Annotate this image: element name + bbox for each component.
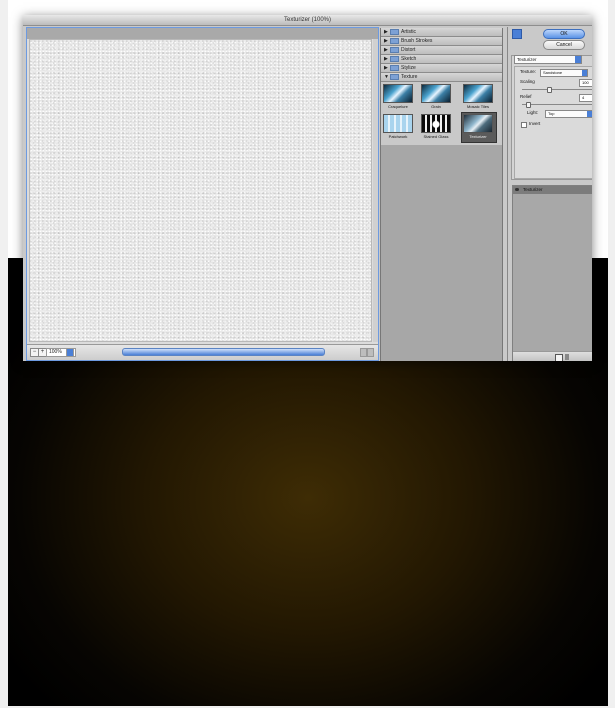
scroll-left-arrow-icon[interactable] [360, 348, 367, 357]
thumb-label: Stained Glass [423, 134, 449, 139]
preview-top-strip [27, 28, 378, 39]
thumb-label: Patchwork [388, 134, 408, 139]
thumb-label: Texturizer [469, 134, 487, 139]
folder-icon [390, 28, 399, 35]
preview-canvas[interactable] [29, 39, 372, 342]
filter-gallery-window: Texturizer (100%) − + 100% ▶ Artistic ▶ Br… [23, 15, 592, 361]
folder-icon [390, 73, 399, 80]
effect-layers-panel: Texturizer [512, 185, 592, 361]
vertical-scrollbar[interactable] [373, 39, 378, 342]
category-label: Sketch [401, 56, 417, 62]
scaling-slider-track[interactable] [522, 89, 592, 90]
category-label: Artistic [401, 29, 416, 35]
relief-slider-handle[interactable] [526, 102, 532, 108]
relief-label: Relief [520, 94, 532, 99]
grain-thumbnail [421, 84, 451, 103]
thumb-label: Grain [431, 104, 441, 109]
filter-thumb-texturizer[interactable]: Texturizer [463, 114, 493, 140]
category-brush-strokes[interactable]: ▶ Brush Strokes [381, 37, 502, 46]
cancel-button[interactable]: Cancel [543, 40, 585, 50]
layers-toolbar [513, 351, 592, 361]
preview-status-bar: − + 100% [27, 344, 378, 360]
scaling-label: Scaling [520, 79, 535, 84]
thumb-label: Mosaic Tiles [466, 104, 489, 109]
category-label: Distort [401, 47, 416, 53]
filter-options: Texture: Sandstone Scaling 100 % Relief … [514, 66, 592, 179]
folder-icon [390, 55, 399, 62]
collapse-gallery-icon[interactable] [512, 29, 522, 39]
category-label: Texture [401, 74, 418, 80]
folder-icon [390, 64, 399, 71]
texturizer-thumbnail [463, 114, 493, 133]
effect-layer-label: Texturizer [523, 187, 543, 192]
scaling-input[interactable]: 100 [579, 79, 592, 87]
filter-thumb-mosaic-tiles[interactable]: Mosaic Tiles [463, 84, 493, 110]
category-stylize[interactable]: ▶ Stylize [381, 64, 502, 73]
zoom-dropdown-arrow-icon[interactable] [66, 348, 74, 357]
filter-category-panel: ▶ Artistic ▶ Brush Strokes ▶ Distort ▶ Sketc… [380, 28, 503, 361]
horizontal-scrollbar[interactable] [122, 348, 325, 356]
scaling-slider-handle[interactable] [546, 87, 552, 93]
effect-layer-row[interactable]: Texturizer [513, 186, 592, 194]
filter-thumb-grain[interactable]: Grain [421, 84, 451, 110]
relief-input[interactable]: 4 [579, 94, 592, 102]
filter-settings-panel: OK Cancel Texturizer Texture: Sandstone … [507, 27, 592, 361]
window-title: Texturizer (100%) [23, 15, 592, 26]
category-sketch[interactable]: ▶ Sketch [381, 55, 502, 64]
ok-button[interactable]: OK [543, 29, 585, 39]
filter-thumb-stained-glass[interactable]: Stained Glass [421, 114, 451, 140]
light-select-value: Top [548, 111, 555, 116]
mosaic-tiles-thumbnail [463, 84, 493, 103]
filter-thumb-craquelure[interactable]: Craquelure [383, 84, 413, 110]
invert-checkbox[interactable] [521, 122, 527, 128]
eye-icon[interactable] [515, 188, 519, 191]
chevron-down-icon [587, 111, 592, 117]
folder-icon [390, 46, 399, 53]
craquelure-thumbnail [383, 84, 413, 103]
stained-glass-thumbnail [421, 114, 451, 133]
filter-select[interactable]: Texturizer [514, 55, 582, 64]
category-label: Brush Strokes [401, 38, 433, 44]
category-texture[interactable]: ▼ Texture [381, 73, 502, 82]
folder-icon [390, 37, 399, 44]
filter-select-value: Texturizer [517, 57, 537, 62]
light-select[interactable]: Top [545, 110, 592, 118]
texture-thumbnail-grid: Craquelure Grain Mosaic Tiles Patchwork … [381, 82, 502, 145]
chevron-down-icon [582, 70, 587, 76]
patchwork-thumbnail [383, 114, 413, 133]
texture-label: Texture: [520, 69, 537, 74]
thumb-label: Craquelure [388, 104, 408, 109]
preview-pane: − + 100% [26, 27, 379, 361]
texture-select-value: Sandstone [543, 70, 563, 75]
category-distort[interactable]: ▶ Distort [381, 46, 502, 55]
scroll-right-arrow-icon[interactable] [367, 348, 374, 357]
chevron-down-icon [575, 56, 581, 63]
light-label: Light: [527, 110, 539, 115]
texture-select[interactable]: Sandstone [540, 69, 588, 77]
relief-slider-track[interactable] [522, 104, 592, 105]
filter-thumb-patchwork[interactable]: Patchwork [383, 114, 413, 140]
category-artistic[interactable]: ▶ Artistic [381, 28, 502, 37]
new-effect-layer-icon[interactable] [555, 354, 563, 361]
trash-icon[interactable] [565, 354, 569, 360]
zoom-value: 100% [49, 349, 62, 355]
invert-label: Invert [529, 121, 541, 126]
category-label: Stylize [401, 65, 416, 71]
